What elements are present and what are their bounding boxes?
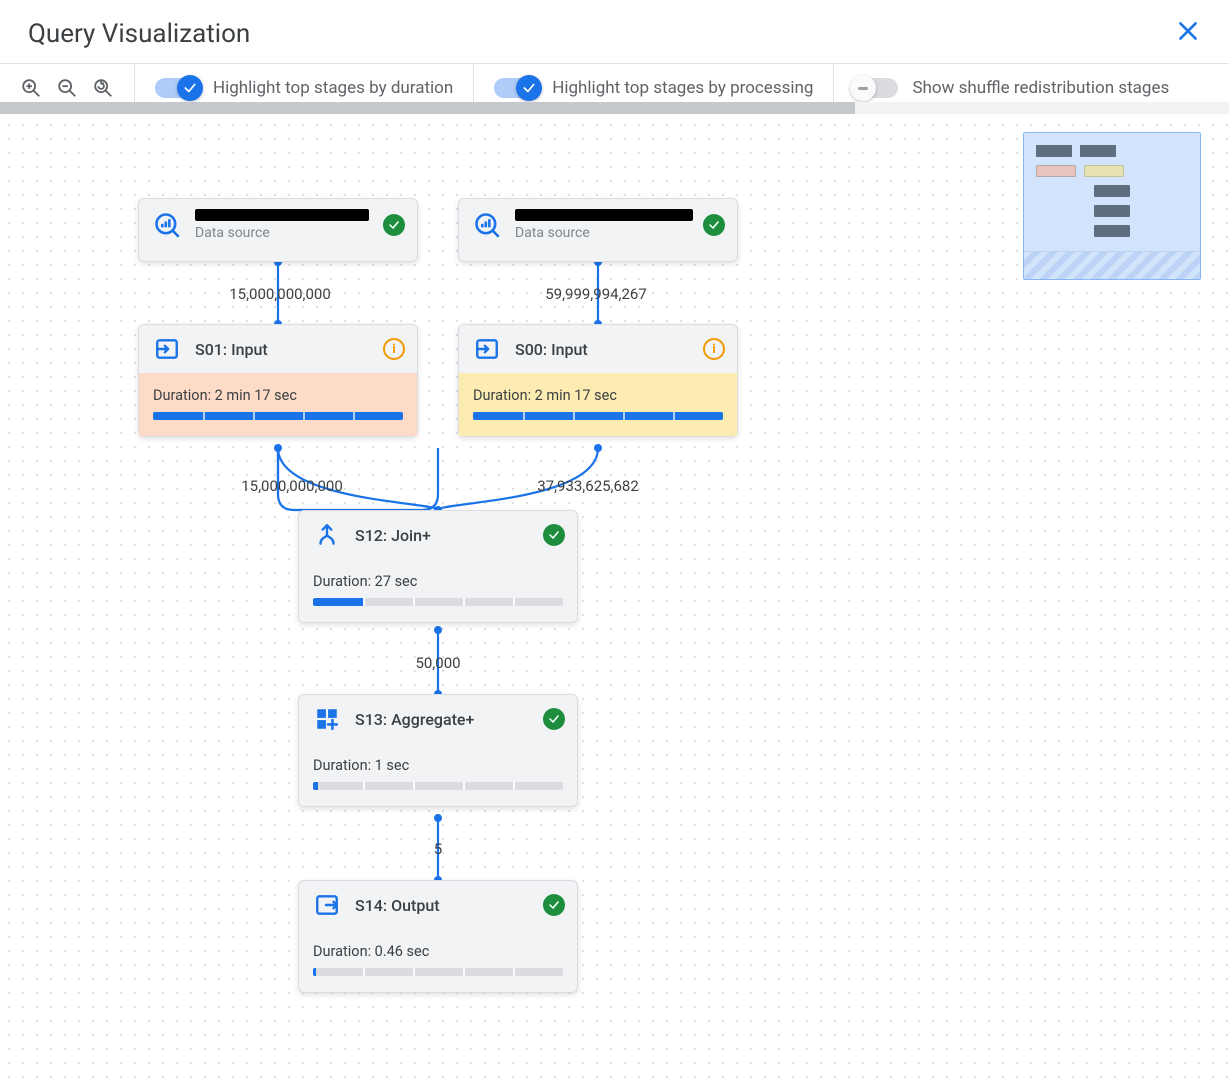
aggregate-icon (313, 705, 341, 733)
node-data-source-2[interactable]: Data source (458, 198, 738, 262)
node-stage-s12[interactable]: S12: Join+ Duration: 27 sec (298, 510, 578, 623)
node-stage-s14[interactable]: S14: Output Duration: 0.46 sec (298, 880, 578, 993)
data-source-name-redacted (515, 209, 693, 221)
horizontal-scrollbar-thumb[interactable] (0, 102, 855, 114)
horizontal-scrollbar[interactable] (0, 102, 1229, 114)
stage-duration-label: Duration: 0.46 sec (313, 943, 563, 960)
input-icon (473, 335, 501, 363)
check-icon (522, 81, 536, 95)
minimap-inner (1024, 133, 1200, 251)
minimap[interactable] (1023, 132, 1201, 280)
toggle-shuffle-stages-switch[interactable] (854, 78, 898, 98)
zoom-out-button[interactable] (56, 77, 78, 99)
status-badge (543, 708, 565, 730)
toggle-highlight-duration-switch[interactable] (155, 78, 199, 98)
close-button[interactable] (1175, 18, 1201, 49)
check-icon (183, 81, 197, 95)
toggle-highlight-processing-label: Highlight top stages by processing (552, 78, 813, 98)
output-icon (313, 891, 341, 919)
node-stage-s01[interactable]: S01: Input i Duration: 2 min 17 sec (138, 324, 418, 437)
check-icon (548, 713, 560, 725)
stage-title: S12: Join+ (355, 526, 431, 545)
zoom-in-button[interactable] (20, 77, 42, 99)
info-icon: i (383, 338, 405, 360)
node-stage-s00[interactable]: S00: Input i Duration: 2 min 17 sec (458, 324, 738, 437)
toggle-highlight-duration-label: Highlight top stages by duration (213, 78, 453, 98)
zoom-reset-button[interactable] (92, 77, 114, 99)
info-icon: i (703, 338, 725, 360)
stage-title: S00: Input (515, 340, 588, 359)
toggle-shuffle-stages-label: Show shuffle redistribution stages (912, 78, 1169, 98)
data-source-name-redacted (195, 209, 369, 221)
edge-label: 50,000 (415, 654, 460, 672)
stage-title: S01: Input (195, 340, 268, 359)
graph-canvas[interactable]: 15,000,000,000 59,999,994,267 15,000,000… (0, 102, 1229, 1090)
data-source-icon (153, 211, 181, 239)
edge-label: 15,000,000,000 (241, 477, 343, 495)
stage-title: S14: Output (355, 896, 440, 915)
status-badge (703, 214, 725, 236)
stage-duration-label: Duration: 1 sec (313, 757, 563, 774)
stage-progress (313, 782, 563, 790)
status-badge (543, 524, 565, 546)
status-badge: i (703, 338, 725, 360)
check-icon (708, 219, 720, 231)
status-badge (543, 894, 565, 916)
data-source-icon (473, 211, 501, 239)
input-icon (153, 335, 181, 363)
check-icon (388, 219, 400, 231)
stage-progress (313, 968, 563, 976)
minimap-overflow (1024, 251, 1200, 279)
status-badge: i (383, 338, 405, 360)
node-stage-s13[interactable]: S13: Aggregate+ Duration: 1 sec (298, 694, 578, 807)
edge-label: 5 (434, 840, 442, 858)
check-icon (548, 529, 560, 541)
data-source-subtitle: Data source (195, 225, 403, 241)
stage-progress (473, 412, 723, 420)
stage-duration-label: Duration: 2 min 17 sec (473, 387, 723, 404)
stage-progress (313, 598, 563, 606)
stage-title: S13: Aggregate+ (355, 710, 474, 729)
minus-icon (858, 87, 868, 90)
stage-duration-label: Duration: 2 min 17 sec (153, 387, 403, 404)
data-source-subtitle: Data source (515, 225, 723, 241)
page-title: Query Visualization (28, 19, 250, 49)
check-icon (548, 899, 560, 911)
edge-label: 59,999,994,267 (545, 285, 647, 303)
edge-label: 37,933,625,682 (537, 477, 639, 495)
toggle-highlight-processing-switch[interactable] (494, 78, 538, 98)
stage-duration-label: Duration: 27 sec (313, 573, 563, 590)
stage-progress (153, 412, 403, 420)
header: Query Visualization (0, 0, 1229, 63)
canvas-wrap: 15,000,000,000 59,999,994,267 15,000,000… (0, 102, 1229, 1090)
edge-label: 15,000,000,000 (229, 285, 331, 303)
node-data-source-1[interactable]: Data source (138, 198, 418, 262)
status-badge (383, 214, 405, 236)
join-icon (313, 521, 341, 549)
